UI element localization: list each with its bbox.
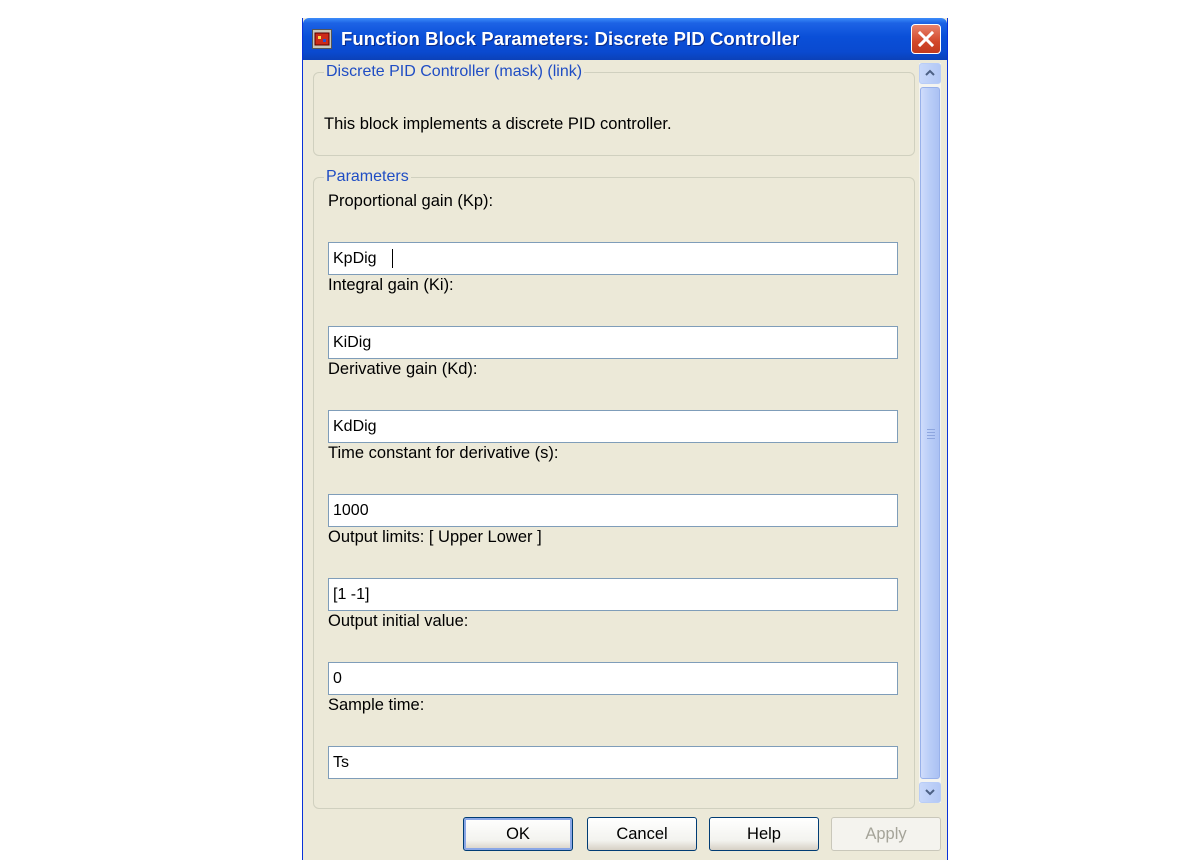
function-block-parameters-dialog: Function Block Parameters: Discrete PID … xyxy=(302,18,948,860)
simulink-block-icon xyxy=(312,29,332,49)
proportional-gain-input[interactable] xyxy=(328,242,898,275)
derivative-gain-input[interactable] xyxy=(328,410,898,443)
proportional-gain-label: Proportional gain (Kp): xyxy=(328,192,494,210)
text-cursor xyxy=(392,249,393,268)
output-limits-input[interactable] xyxy=(328,578,898,611)
dialog-content: Discrete PID Controller (mask) (link) Th… xyxy=(303,60,947,860)
integral-gain-label: Integral gain (Ki): xyxy=(328,276,454,294)
grip-line xyxy=(927,429,935,430)
description-text: This block implements a discrete PID con… xyxy=(324,115,672,133)
cancel-button[interactable]: Cancel xyxy=(587,817,697,851)
grip-line xyxy=(927,432,935,433)
apply-button[interactable]: Apply xyxy=(831,817,941,851)
title-bar[interactable]: Function Block Parameters: Discrete PID … xyxy=(303,18,947,60)
time-constant-label: Time constant for derivative (s): xyxy=(328,444,559,462)
close-button[interactable] xyxy=(911,24,941,54)
description-group: Discrete PID Controller (mask) (link) Th… xyxy=(313,62,915,156)
output-initial-value-input[interactable] xyxy=(328,662,898,695)
parameters-group-legend: Parameters xyxy=(324,167,411,187)
integral-gain-input[interactable] xyxy=(328,326,898,359)
grip-line xyxy=(927,438,935,439)
sample-time-input[interactable] xyxy=(328,746,898,779)
help-button[interactable]: Help xyxy=(709,817,819,851)
chevron-up-icon xyxy=(925,69,935,76)
output-limits-label: Output limits: [ Upper Lower ] xyxy=(328,528,542,546)
scroll-up-button[interactable] xyxy=(919,63,941,84)
sample-time-label: Sample time: xyxy=(328,696,425,714)
derivative-gain-label: Derivative gain (Kd): xyxy=(328,360,478,378)
vertical-scrollbar[interactable] xyxy=(919,63,941,803)
description-group-legend: Discrete PID Controller (mask) (link) xyxy=(324,62,585,82)
scroll-thumb[interactable] xyxy=(920,87,940,779)
time-constant-input[interactable] xyxy=(328,494,898,527)
close-icon xyxy=(917,30,935,48)
grip-line xyxy=(927,435,935,436)
ok-button[interactable]: OK xyxy=(463,817,573,851)
scroll-down-button[interactable] xyxy=(919,782,941,803)
chevron-down-icon xyxy=(925,789,935,796)
output-initial-value-label: Output initial value: xyxy=(328,612,469,630)
window-title: Function Block Parameters: Discrete PID … xyxy=(341,28,800,49)
